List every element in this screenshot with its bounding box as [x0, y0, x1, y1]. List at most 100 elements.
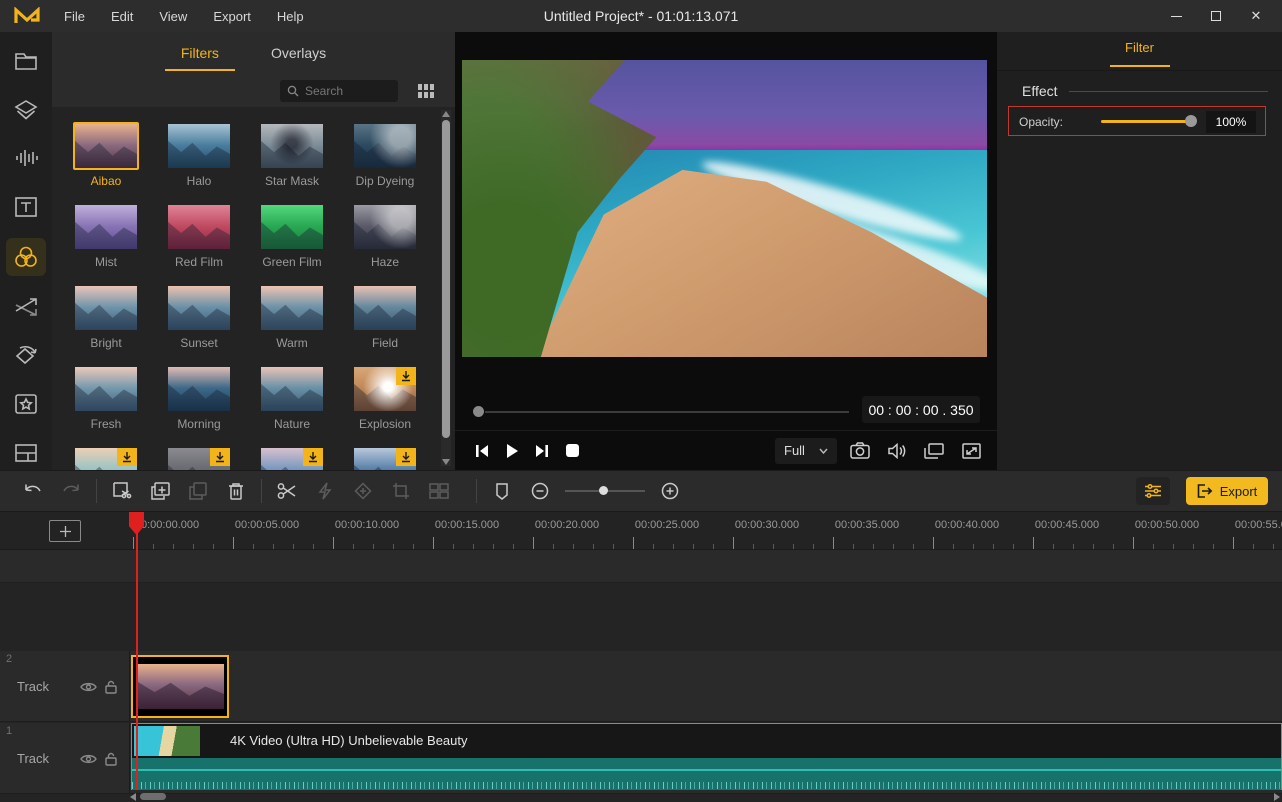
filter-item-aibao[interactable]: Aibao	[73, 122, 139, 186]
filter-thumbnail[interactable]	[352, 365, 418, 413]
scrollbar-thumb[interactable]	[442, 120, 450, 438]
seek-track[interactable]	[485, 411, 849, 413]
filter-item[interactable]	[352, 446, 418, 470]
filter-thumbnail[interactable]	[166, 446, 232, 470]
video-clip[interactable]: 4K Video (Ultra HD) Unbelievable Beauty	[131, 723, 1282, 790]
split-button[interactable]	[268, 476, 306, 506]
filter-thumbnail[interactable]	[73, 284, 139, 332]
stop-button[interactable]	[557, 437, 587, 465]
minimize-button[interactable]	[1156, 0, 1196, 32]
search-input[interactable]	[305, 84, 385, 98]
filter-thumbnail[interactable]	[166, 122, 232, 170]
crop-cut-button[interactable]	[103, 476, 141, 506]
filter-thumbnail[interactable]	[166, 365, 232, 413]
opacity-slider-handle[interactable]	[1185, 115, 1197, 127]
track-1-visibility-toggle[interactable]	[79, 750, 97, 768]
keyframe-button[interactable]	[344, 476, 382, 506]
filter-thumbnail[interactable]	[166, 284, 232, 332]
filter-thumbnail[interactable]	[259, 284, 325, 332]
filter-item-morning[interactable]: Morning	[166, 365, 232, 429]
filter-item-explosion[interactable]: Explosion	[352, 365, 418, 429]
filter-thumbnail[interactable]	[73, 203, 139, 251]
filter-item[interactable]	[166, 446, 232, 470]
marker-button[interactable]	[483, 476, 521, 506]
filter-thumbnail[interactable]	[352, 284, 418, 332]
next-frame-button[interactable]	[527, 437, 557, 465]
filter-item-sunset[interactable]: Sunset	[166, 284, 232, 348]
seek-handle[interactable]	[473, 406, 484, 417]
category-grid-button[interactable]	[414, 80, 438, 102]
export-button[interactable]: Export	[1186, 477, 1268, 505]
menu-file[interactable]: File	[64, 9, 85, 24]
filter-thumbnail[interactable]	[259, 365, 325, 413]
track-2-visibility-toggle[interactable]	[79, 678, 97, 696]
timeline-zoom-slider[interactable]	[565, 490, 645, 492]
timeline-zoom-in-button[interactable]	[651, 476, 689, 506]
opacity-slider[interactable]	[1101, 120, 1191, 123]
filter-thumbnail[interactable]	[352, 203, 418, 251]
dual-screen-button[interactable]	[920, 438, 948, 464]
filters-scrollbar[interactable]	[441, 110, 451, 466]
tab-filter-properties[interactable]: Filter	[997, 40, 1282, 55]
sidebar-item-media[interactable]	[6, 44, 46, 78]
preview-zoom-select[interactable]: Full	[775, 438, 837, 464]
maximize-button[interactable]	[1196, 0, 1236, 32]
filter-thumbnail[interactable]	[73, 446, 139, 470]
filter-thumbnail[interactable]	[166, 203, 232, 251]
filter-item-warm[interactable]: Warm	[259, 284, 325, 348]
sidebar-item-text[interactable]	[6, 189, 46, 223]
menu-view[interactable]: View	[159, 9, 187, 24]
filter-item-fresh[interactable]: Fresh	[73, 365, 139, 429]
filter-item-haze[interactable]: Haze	[352, 203, 418, 267]
filter-item-halo[interactable]: Halo	[166, 122, 232, 186]
sidebar-item-audio[interactable]	[6, 141, 46, 175]
filter-item-nature[interactable]: Nature	[259, 365, 325, 429]
hscrollbar-thumb[interactable]	[140, 793, 166, 800]
filter-thumbnail[interactable]	[259, 446, 325, 470]
fullscreen-button[interactable]	[957, 438, 985, 464]
close-button[interactable]: ✕	[1236, 0, 1276, 32]
track-1-lock-toggle[interactable]	[102, 750, 120, 768]
prev-frame-button[interactable]	[467, 437, 497, 465]
filter-item-red-film[interactable]: Red Film	[166, 203, 232, 267]
adjust-settings-button[interactable]	[1136, 477, 1170, 505]
filter-thumbnail[interactable]	[352, 122, 418, 170]
video-preview[interactable]	[462, 60, 987, 357]
filter-thumbnail[interactable]	[73, 122, 139, 170]
sidebar-item-transitions[interactable]	[6, 290, 46, 324]
tab-filters[interactable]: Filters	[177, 40, 223, 71]
zoom-slider-handle[interactable]	[599, 486, 608, 495]
filter-item[interactable]	[73, 446, 139, 470]
sidebar-item-elements[interactable]	[6, 92, 46, 126]
redo-button[interactable]	[52, 476, 90, 506]
tab-overlays[interactable]: Overlays	[267, 40, 330, 71]
filter-thumbnail[interactable]	[352, 446, 418, 470]
timeline-zoom-out-button[interactable]	[521, 476, 559, 506]
undo-button[interactable]	[14, 476, 52, 506]
layout-button[interactable]	[420, 476, 458, 506]
filter-thumbnail[interactable]	[259, 203, 325, 251]
filter-item-mist[interactable]: Mist	[73, 203, 139, 267]
delete-button[interactable]	[217, 476, 255, 506]
paste-button[interactable]	[179, 476, 217, 506]
filter-item-field[interactable]: Field	[352, 284, 418, 348]
track-2-lock-toggle[interactable]	[102, 678, 120, 696]
timeline-ruler[interactable]: 00:00:00.00000:00:05.00000:00:10.00000:0…	[0, 512, 1282, 550]
filter-item-dip-dyeing[interactable]: Dip Dyeing	[352, 122, 418, 186]
filter-thumbnail[interactable]	[73, 365, 139, 413]
sidebar-item-effects[interactable]	[6, 387, 46, 421]
add-track-button[interactable]	[49, 520, 81, 542]
filter-clip[interactable]	[131, 655, 229, 718]
speed-button[interactable]	[306, 476, 344, 506]
crop-button[interactable]	[382, 476, 420, 506]
menu-edit[interactable]: Edit	[111, 9, 133, 24]
sidebar-item-split-screen[interactable]	[6, 436, 46, 470]
sidebar-item-behaviors[interactable]	[6, 339, 46, 373]
copy-button[interactable]	[141, 476, 179, 506]
filter-item-bright[interactable]: Bright	[73, 284, 139, 348]
filter-item-green-film[interactable]: Green Film	[259, 203, 325, 267]
filter-thumbnail[interactable]	[259, 122, 325, 170]
menu-export[interactable]: Export	[213, 9, 251, 24]
playhead-line[interactable]	[136, 512, 138, 790]
volume-button[interactable]	[883, 438, 911, 464]
